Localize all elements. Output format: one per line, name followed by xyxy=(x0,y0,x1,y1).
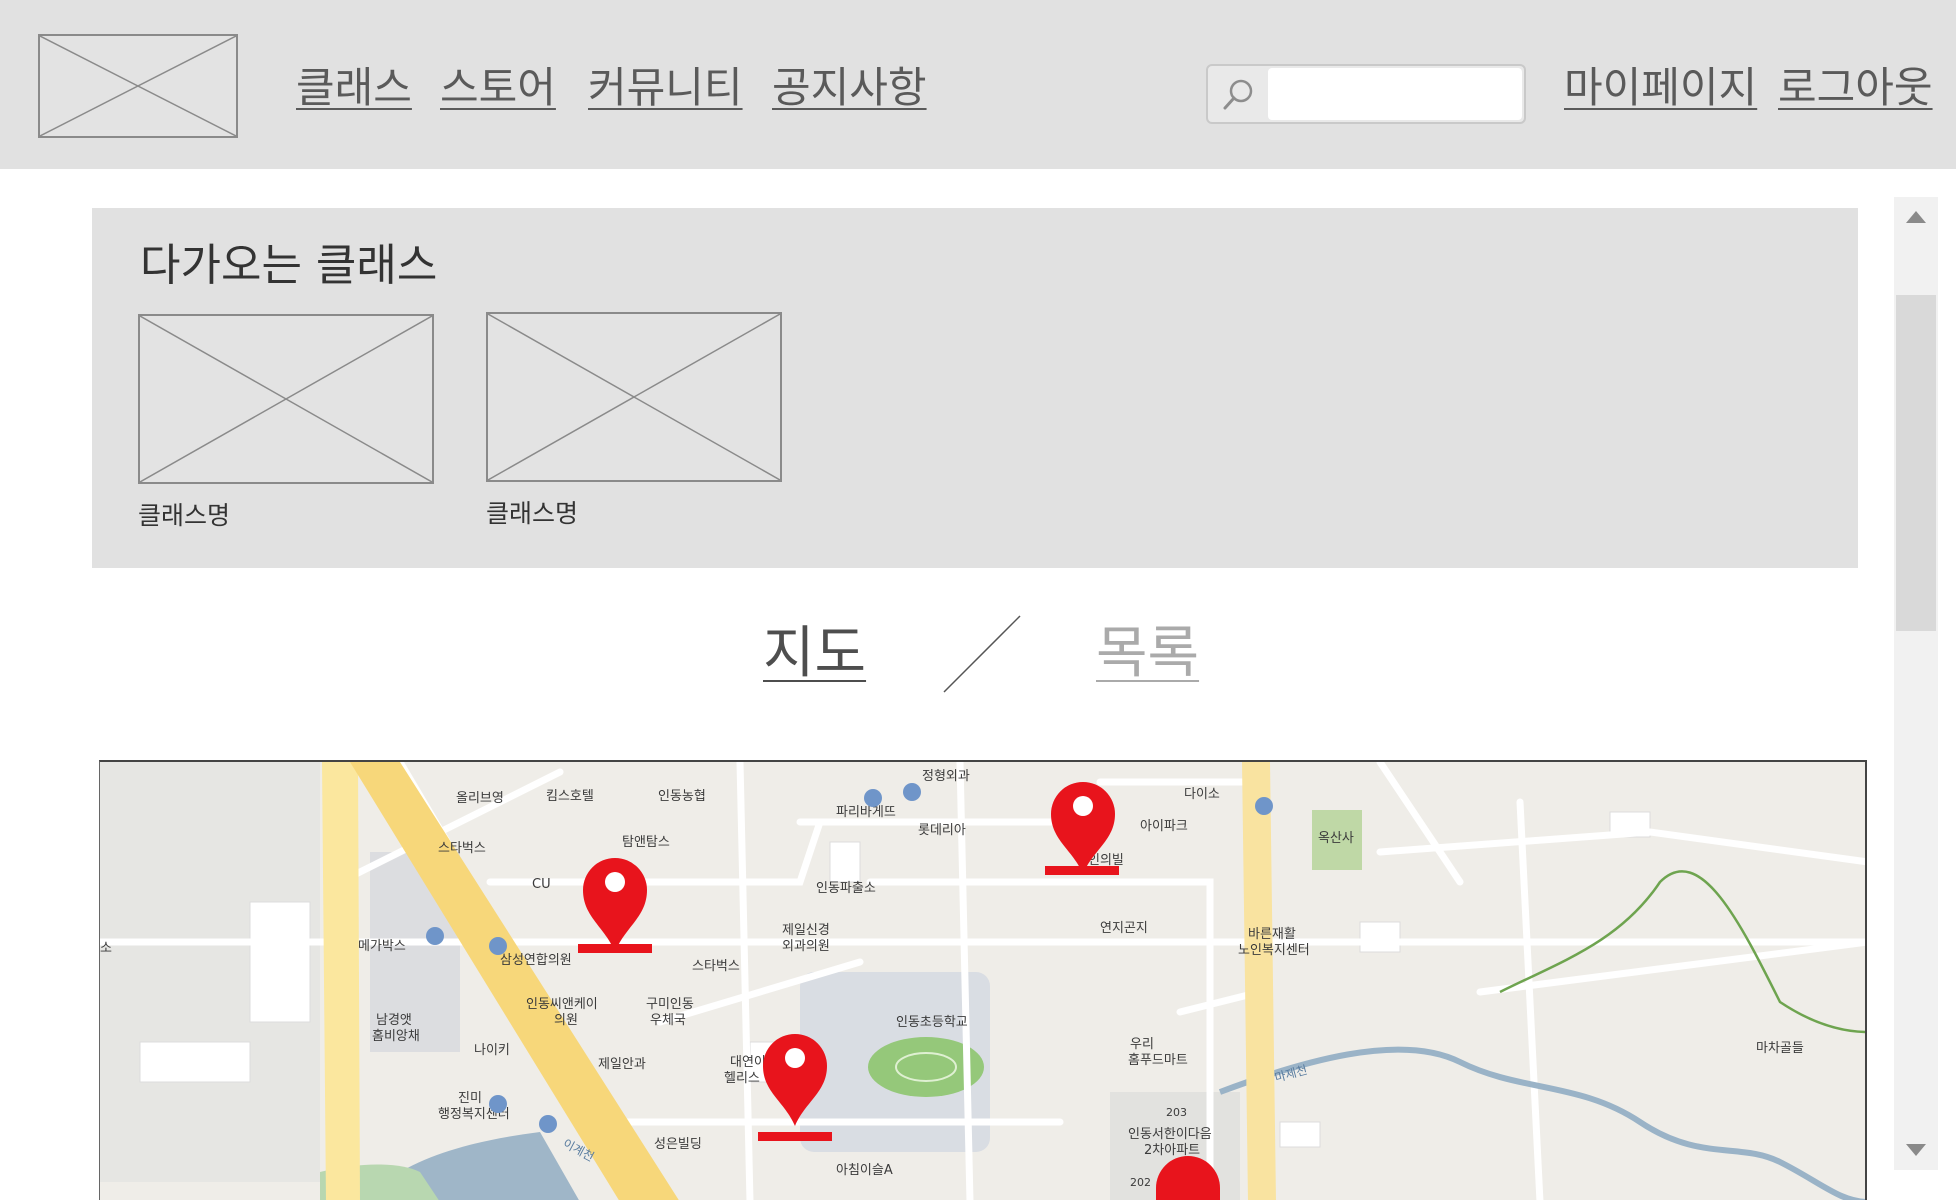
tab-list[interactable]: 목록 xyxy=(1096,620,1199,688)
upcoming-classes-title: 다가오는 클래스 xyxy=(140,240,438,291)
svg-text:의원: 의원 xyxy=(554,1013,578,1028)
svg-text:연지곤지: 연지곤지 xyxy=(1100,921,1148,936)
class-name-1[interactable]: 클래스명 xyxy=(138,500,230,532)
svg-text:인동서한이다음: 인동서한이다음 xyxy=(1128,1127,1212,1142)
svg-text:홈비앙채: 홈비앙채 xyxy=(372,1029,420,1044)
svg-text:삼성연합의원: 삼성연합의원 xyxy=(500,953,572,968)
svg-text:남경앳: 남경앳 xyxy=(376,1013,412,1028)
svg-text:파리바게뜨: 파리바게뜨 xyxy=(836,805,896,820)
svg-text:202: 202 xyxy=(1130,1176,1151,1189)
svg-text:올리브영: 올리브영 xyxy=(456,791,504,806)
search-icon[interactable] xyxy=(1208,66,1268,122)
scroll-down-arrow-icon[interactable] xyxy=(1906,1144,1926,1156)
svg-text:진미: 진미 xyxy=(458,1091,482,1106)
svg-text:노인복지센터: 노인복지센터 xyxy=(1238,943,1310,958)
svg-text:스타벅스: 스타벅스 xyxy=(692,959,740,974)
svg-text:탐앤탐스: 탐앤탐스 xyxy=(622,835,670,850)
svg-text:203: 203 xyxy=(1166,1106,1187,1119)
mypage-link[interactable]: 마이페이지 xyxy=(1564,62,1757,114)
svg-text:다이소: 다이소 xyxy=(1184,787,1220,802)
logo-image-placeholder[interactable] xyxy=(38,34,238,138)
class-name-2[interactable]: 클래스명 xyxy=(486,498,578,530)
svg-text:롯데리아: 롯데리아 xyxy=(918,823,966,838)
logout-link[interactable]: 로그아웃 xyxy=(1778,62,1933,114)
svg-text:나이키: 나이키 xyxy=(474,1043,510,1058)
svg-text:소: 소 xyxy=(100,941,112,956)
tab-divider xyxy=(943,615,1021,693)
svg-text:성은빌딩: 성은빌딩 xyxy=(654,1137,702,1152)
svg-text:메가박스: 메가박스 xyxy=(358,939,406,954)
svg-text:2차아파트: 2차아파트 xyxy=(1144,1143,1200,1158)
scroll-up-arrow-icon[interactable] xyxy=(1906,211,1926,223)
svg-text:인동씨앤케이: 인동씨앤케이 xyxy=(526,997,598,1012)
svg-text:CU: CU xyxy=(532,877,551,892)
svg-text:구미인동: 구미인동 xyxy=(646,997,694,1012)
svg-text:우체국: 우체국 xyxy=(650,1013,686,1028)
upcoming-classes-panel: 다가오는 클래스 클래스명 클래스명 xyxy=(92,208,1858,568)
nav-link-community[interactable]: 커뮤니티 xyxy=(588,62,743,114)
tab-map[interactable]: 지도 xyxy=(763,620,866,688)
svg-text:바른재활: 바른재활 xyxy=(1248,927,1296,942)
class-map[interactable]: 올리브영 킴스호텔 인동농협 정형외과 파리바게뜨 롯데리아 다이소 아이파크 … xyxy=(99,760,1867,1200)
nav-link-class[interactable]: 클래스 xyxy=(296,62,412,114)
nav-link-notice[interactable]: 공지사항 xyxy=(772,62,927,114)
svg-text:킴스호텔: 킴스호텔 xyxy=(546,789,594,804)
svg-text:옥산사: 옥산사 xyxy=(1318,831,1354,846)
class-thumbnail-2[interactable] xyxy=(486,312,782,482)
page-scrollbar[interactable] xyxy=(1894,197,1938,1170)
svg-text:헬리스: 헬리스 xyxy=(724,1071,760,1086)
svg-text:인동파출소: 인동파출소 xyxy=(816,881,876,896)
nav-link-store[interactable]: 스토어 xyxy=(440,62,556,114)
class-thumbnail-1[interactable] xyxy=(138,314,434,484)
svg-text:인동초등학교: 인동초등학교 xyxy=(896,1015,968,1030)
svg-text:홈푸드마트: 홈푸드마트 xyxy=(1128,1053,1188,1068)
svg-text:인동농협: 인동농협 xyxy=(658,789,706,804)
top-header: 클래스 스토어 커뮤니티 공지사항 마이페이지 로그아웃 xyxy=(0,0,1956,169)
svg-text:아이파크: 아이파크 xyxy=(1140,819,1188,834)
svg-text:정형외과: 정형외과 xyxy=(922,769,970,784)
svg-text:스타벅스: 스타벅스 xyxy=(438,841,486,856)
svg-text:제일신경: 제일신경 xyxy=(782,923,830,938)
svg-text:우리: 우리 xyxy=(1130,1037,1154,1052)
svg-text:외과의원: 외과의원 xyxy=(782,939,830,954)
svg-text:마차골들: 마차골들 xyxy=(1756,1041,1804,1056)
svg-text:제일안과: 제일안과 xyxy=(598,1057,646,1072)
scroll-thumb[interactable] xyxy=(1896,295,1936,631)
search-input[interactable] xyxy=(1268,68,1522,120)
search-box xyxy=(1206,64,1526,124)
svg-text:아침이슬A: 아침이슬A xyxy=(836,1163,893,1178)
